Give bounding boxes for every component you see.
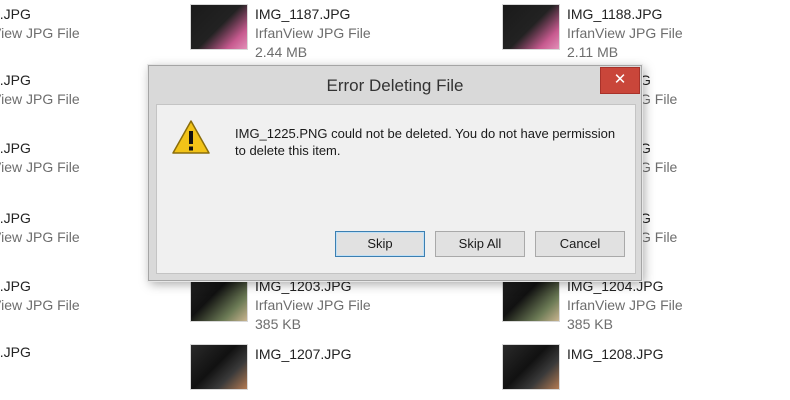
error-message: IMG_1225.PNG could not be deleted. You d…: [235, 126, 616, 158]
list-item[interactable]: 6.JPG View JPG File: [0, 4, 80, 43]
file-size: 385 KB: [255, 316, 301, 332]
file-name: IMG_1208.JPG: [567, 346, 664, 362]
file-name: G: [640, 210, 651, 226]
image-thumbnail: [502, 344, 560, 390]
warning-icon: [172, 120, 210, 154]
dialog-body: IMG_1225.PNG could not be deleted. You d…: [156, 104, 636, 274]
file-name: 4.JPG: [0, 140, 31, 156]
list-item[interactable]: G G File: [640, 208, 677, 247]
file-name: IMG_1207.JPG: [255, 346, 352, 362]
file-type: IrfanView JPG File: [567, 25, 683, 41]
image-thumbnail: [502, 276, 560, 322]
file-name: 6.JPG: [0, 344, 31, 360]
list-item[interactable]: G G File: [640, 138, 677, 177]
file-name: IMG_1188.JPG: [567, 6, 663, 22]
dialog-title: Error Deleting File: [326, 76, 464, 95]
skip-all-button[interactable]: Skip All: [435, 231, 525, 257]
file-name: 0.JPG: [0, 72, 31, 88]
file-size: 385 KB: [567, 316, 613, 332]
close-button[interactable]: ✕: [600, 67, 640, 94]
file-type: G File: [640, 229, 678, 245]
file-type: IrfanView JPG File: [255, 297, 371, 313]
cancel-button[interactable]: Cancel: [535, 231, 625, 257]
file-type: G File: [640, 159, 678, 175]
file-size: 2.11 MB: [567, 44, 619, 60]
image-thumbnail: [190, 4, 248, 50]
file-type: IrfanView JPG File: [567, 297, 683, 313]
error-dialog: Error Deleting File ✕ IMG_1225.PNG could…: [148, 65, 642, 281]
file-name: G: [640, 72, 651, 88]
file-type: IrfanView JPG File: [255, 25, 371, 41]
list-item[interactable]: 0.JPG View JPG File: [0, 70, 80, 109]
file-size: 2.44 MB: [255, 44, 308, 60]
file-name: 8.JPG: [0, 210, 31, 226]
list-item[interactable]: 2.JPG View JPG File: [0, 276, 80, 315]
list-item[interactable]: G G File: [640, 70, 677, 109]
list-item[interactable]: 4.JPG View JPG File: [0, 138, 80, 177]
file-type: G File: [640, 91, 678, 107]
file-type: View JPG File: [0, 91, 80, 107]
skip-button[interactable]: Skip: [335, 231, 425, 257]
image-thumbnail: [502, 4, 560, 50]
list-item[interactable]: 8.JPG View JPG File: [0, 208, 80, 247]
image-thumbnail: [190, 344, 248, 390]
file-name: IMG_1187.JPG: [255, 6, 351, 22]
list-item[interactable]: 6.JPG: [0, 342, 31, 362]
file-type: View JPG File: [0, 25, 80, 41]
file-type: View JPG File: [0, 159, 80, 175]
file-type: View JPG File: [0, 297, 80, 313]
image-thumbnail: [190, 276, 248, 322]
file-name: 2.JPG: [0, 278, 31, 294]
file-name: G: [640, 140, 651, 156]
file-name: 6.JPG: [0, 6, 31, 22]
file-type: View JPG File: [0, 229, 80, 245]
